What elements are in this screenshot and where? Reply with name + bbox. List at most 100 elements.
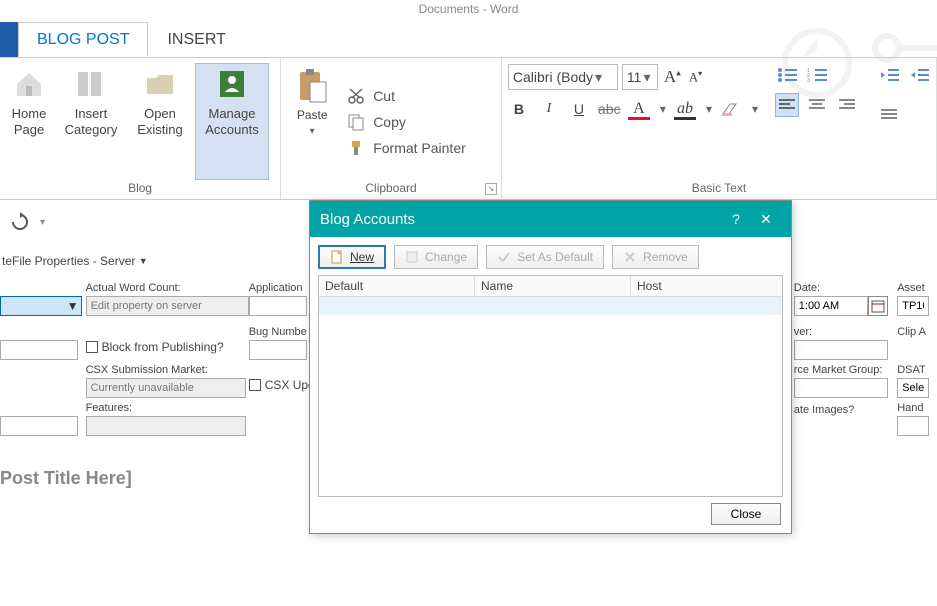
copy-label: Copy: [373, 114, 406, 130]
ribbon: HomePage InsertCategory OpenExisting Man…: [0, 58, 937, 200]
actual-word-count-label: Actual Word Count:: [86, 282, 249, 294]
insert-category-label: InsertCategory: [65, 106, 118, 137]
ate-images-label: ate Images?: [794, 404, 897, 416]
blog-group-label: Blog: [6, 179, 274, 197]
edit-icon: [405, 250, 419, 264]
close-icon[interactable]: ✕: [751, 211, 781, 228]
ver-input[interactable]: [794, 340, 888, 360]
align-center-button[interactable]: [806, 94, 828, 116]
features-input[interactable]: [86, 416, 246, 436]
chevron-down-icon[interactable]: ▾: [40, 217, 45, 228]
font-size-value: 11: [627, 69, 642, 85]
accounts-icon: [216, 68, 248, 100]
application-input[interactable]: [249, 296, 307, 316]
hand-input[interactable]: [897, 416, 929, 436]
clipboard-dialog-launcher[interactable]: ↘: [485, 183, 497, 195]
numbering-button[interactable]: 123: [806, 64, 828, 86]
scissors-icon: [347, 87, 365, 105]
chevron-down-icon: ▾: [643, 69, 650, 86]
align-right-button[interactable]: [836, 94, 858, 116]
post-title-placeholder[interactable]: Post Title Here]: [0, 468, 132, 489]
home-page-button[interactable]: HomePage: [6, 64, 52, 179]
increase-indent-button[interactable]: [908, 64, 930, 86]
change-label: Change: [425, 250, 467, 264]
dsat-label: DSAT: [897, 364, 937, 376]
tab-blog-post[interactable]: BLOG POST: [18, 22, 148, 57]
clear-formatting-button[interactable]: [720, 100, 742, 118]
open-existing-button[interactable]: OpenExisting: [130, 64, 190, 179]
file-tab[interactable]: [0, 22, 18, 57]
font-name-value: Calibri (Body: [513, 69, 593, 85]
properties-label: teFile Properties - Server: [2, 254, 135, 268]
chevron-down-icon[interactable]: ▾: [660, 102, 666, 116]
change-account-button: Change: [394, 245, 478, 269]
ver-label: ver:: [794, 326, 897, 338]
new-label: New: [350, 250, 374, 264]
close-button[interactable]: Close: [711, 503, 781, 525]
block-publishing-checkbox[interactable]: Block from Publishing?: [86, 340, 249, 354]
new-account-button[interactable]: New: [318, 245, 386, 269]
decrease-indent-button[interactable]: [878, 64, 900, 86]
home-icon: [13, 68, 45, 100]
csx-market-input: [86, 378, 246, 398]
set-default-button: Set As Default: [486, 245, 604, 269]
underline-button[interactable]: U: [568, 101, 590, 117]
highlight-button[interactable]: ab: [674, 100, 696, 118]
hand-label: Hand: [897, 402, 937, 414]
calendar-icon[interactable]: [868, 296, 888, 316]
application-label: Application: [249, 282, 319, 294]
bold-button[interactable]: B: [508, 101, 530, 117]
brush-icon: [347, 139, 365, 157]
col-name[interactable]: Name: [475, 276, 631, 296]
features-label: Features:: [86, 402, 249, 414]
align-justify-button[interactable]: [878, 104, 900, 126]
field-input[interactable]: [0, 340, 78, 360]
font-color-button[interactable]: A: [628, 100, 650, 118]
paste-label: Paste: [297, 108, 328, 122]
date-input[interactable]: [794, 296, 868, 316]
help-button[interactable]: ?: [721, 211, 751, 227]
list-header: Default Name Host: [319, 276, 782, 297]
shrink-font-button[interactable]: A▾: [687, 69, 704, 85]
font-name-combo[interactable]: Calibri (Body▾: [508, 64, 618, 90]
insert-category-button[interactable]: InsertCategory: [58, 64, 124, 179]
grow-font-button[interactable]: A▴: [662, 67, 683, 87]
chevron-down-icon[interactable]: ▾: [706, 102, 712, 116]
refresh-icon[interactable]: [10, 212, 30, 232]
strikethrough-button[interactable]: abc: [598, 101, 620, 117]
chevron-down-icon[interactable]: ▾: [752, 102, 758, 116]
align-left-button[interactable]: [776, 94, 798, 116]
italic-button[interactable]: I: [538, 101, 560, 117]
paste-button[interactable]: Paste ▾: [287, 64, 337, 179]
bug-number-input[interactable]: [249, 340, 307, 360]
accounts-list[interactable]: Default Name Host: [318, 275, 783, 497]
col-default[interactable]: Default: [319, 276, 475, 296]
col-host[interactable]: Host: [631, 276, 782, 296]
tab-insert[interactable]: INSERT: [148, 22, 244, 57]
field-combo[interactable]: ▼: [0, 296, 82, 316]
dsat-input[interactable]: [897, 378, 929, 398]
asset-input[interactable]: [897, 296, 929, 316]
block-publishing-label: Block from Publishing?: [102, 340, 224, 354]
format-painter-button[interactable]: Format Painter: [347, 139, 466, 157]
bullets-button[interactable]: [776, 64, 798, 86]
font-size-combo[interactable]: 11▾: [622, 64, 658, 90]
csx-upd-label: CSX Upd: [265, 378, 315, 392]
rce-market-group-input[interactable]: [794, 378, 888, 398]
copy-button[interactable]: Copy: [347, 113, 466, 131]
field-input[interactable]: [0, 416, 78, 436]
chevron-down-icon: ▼: [139, 256, 148, 266]
category-icon: [75, 68, 107, 100]
check-icon: [497, 250, 511, 264]
cut-button[interactable]: Cut: [347, 87, 466, 105]
window-title: Documents - Word: [0, 0, 937, 20]
clip-a-label: Clip A: [897, 326, 937, 338]
manage-accounts-label: ManageAccounts: [205, 106, 258, 137]
rce-market-group-label: rce Market Group:: [794, 364, 897, 376]
csx-upd-checkbox[interactable]: CSX Upd: [249, 378, 319, 392]
list-row[interactable]: [319, 297, 782, 315]
date-label: Date:: [794, 282, 897, 294]
manage-accounts-button[interactable]: ManageAccounts: [196, 64, 268, 179]
remove-account-button: Remove: [612, 245, 699, 269]
paste-dropdown-icon[interactable]: ▾: [310, 126, 315, 137]
